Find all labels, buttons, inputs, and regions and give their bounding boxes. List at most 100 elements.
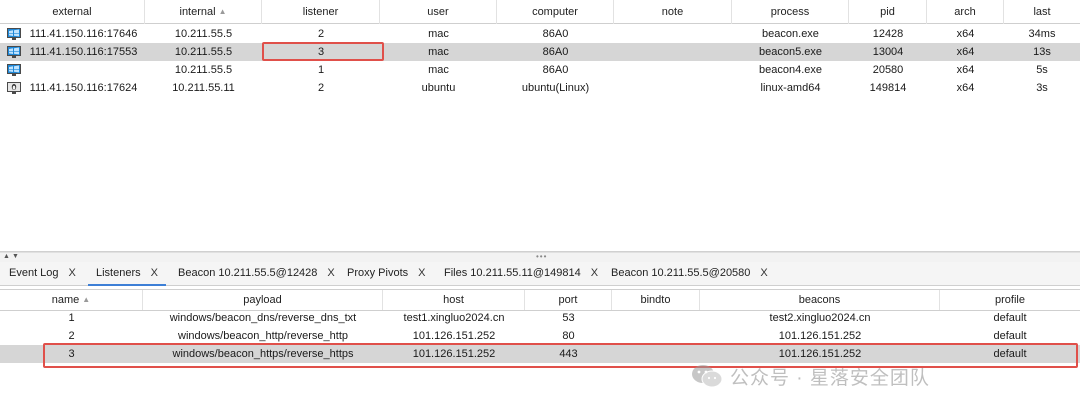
col-pid[interactable]: pid (849, 0, 927, 24)
beacon-row[interactable]: 111.41.150.116:17646 10.211.55.5 2 mac 8… (0, 25, 1080, 43)
tab-close-button[interactable]: X (69, 267, 76, 279)
col-arch[interactable]: arch (927, 0, 1004, 24)
tab-label: Listeners (96, 267, 141, 279)
col-last[interactable]: last (1004, 0, 1080, 24)
col-beacons-label: beacons (798, 294, 841, 306)
beacon-row[interactable]: 10.211.55.5 1 mac 86A0 beacon4.exe 20580… (0, 61, 1080, 79)
cell-user: ubuntu (421, 82, 456, 94)
cell-note (614, 25, 732, 43)
tab-files-149814[interactable]: Files 10.211.55.11@149814 X (444, 262, 598, 286)
tab-beacon-20580[interactable]: Beacon 10.211.55.5@20580 X (611, 262, 768, 286)
pane-splitter[interactable]: ▲ ▼ ••• (0, 252, 1080, 262)
cell-last: 13s (1033, 46, 1051, 58)
tab-label: Files 10.211.55.11@149814 (444, 267, 581, 279)
listener-row[interactable]: 1 windows/beacon_dns/reverse_dns_txt tes… (0, 309, 1080, 327)
cell-pid: 20580 (872, 64, 904, 76)
col-host-label: host (443, 294, 464, 306)
cell-last: 3s (1036, 82, 1048, 94)
cell-computer: 86A0 (542, 64, 569, 76)
linux-monitor-icon (7, 82, 21, 94)
cell-note (614, 79, 732, 97)
cell-profile: default (993, 312, 1027, 324)
cell-arch: x64 (956, 28, 975, 40)
col-arch-label: arch (954, 6, 976, 18)
col-payload[interactable]: payload (143, 290, 383, 310)
tab-listeners[interactable]: Listeners X (88, 262, 166, 286)
beacon-row[interactable]: 111.41.150.116:17624 10.211.55.11 2 ubun… (0, 79, 1080, 97)
col-beacons[interactable]: beacons (700, 290, 940, 310)
cell-listener: 2 (317, 28, 325, 40)
col-port[interactable]: port (525, 290, 612, 310)
beacon-table: external internal ▲ listener user compute… (0, 0, 1080, 252)
beacon-row-selected[interactable]: 111.41.150.116:17553 10.211.55.5 3 mac 8… (0, 43, 1080, 61)
tab-close-button[interactable]: X (418, 267, 425, 279)
cell-arch: x64 (956, 82, 975, 94)
cell-computer: 86A0 (542, 28, 569, 40)
tab-close-button[interactable]: X (591, 267, 598, 279)
cell-note (614, 43, 732, 61)
col-profile-label: profile (995, 294, 1025, 306)
col-host[interactable]: host (383, 290, 525, 310)
col-process-label: process (770, 6, 810, 18)
cell-last: 34ms (1028, 28, 1056, 40)
cell-listener: 2 (317, 82, 325, 94)
tab-event-log[interactable]: Event Log X (9, 262, 76, 286)
cell-pid: 149814 (869, 82, 907, 94)
col-note-label: note (661, 6, 684, 18)
highlight-box-listener (262, 42, 384, 61)
col-last-label: last (1033, 6, 1051, 18)
col-bindto[interactable]: bindto (612, 290, 700, 310)
collapse-up-icon[interactable]: ▲ (3, 253, 10, 261)
cell-process: beacon5.exe (759, 46, 822, 58)
col-note[interactable]: note (614, 0, 732, 24)
cell-external: 111.41.150.116:17553 (29, 46, 138, 58)
collapse-down-icon[interactable]: ▼ (12, 253, 19, 261)
watermark: 公众号 · 星落安全团队 (690, 362, 930, 390)
sort-ascending-icon: ▲ (82, 295, 91, 304)
cell-process: beacon4.exe (759, 64, 822, 76)
windows-monitor-icon (7, 46, 21, 58)
cell-bindto (612, 309, 700, 327)
col-process[interactable]: process (732, 0, 849, 24)
cell-external: 111.41.150.116:17624 (29, 82, 138, 94)
cell-internal: 10.211.55.5 (174, 64, 233, 76)
tab-close-button[interactable]: X (151, 267, 158, 279)
cell-process: linux-amd64 (760, 82, 821, 94)
col-computer[interactable]: computer (497, 0, 614, 24)
tab-proxy-pivots[interactable]: Proxy Pivots X (347, 262, 425, 286)
tab-bar: Event Log X Listeners X Beacon 10.211.55.5… (0, 262, 1080, 286)
col-name[interactable]: name ▲ (0, 290, 143, 310)
col-user-label: user (427, 6, 449, 18)
col-listener[interactable]: listener (262, 0, 380, 24)
listeners-table-header: name ▲ payload host port bindto beacons p… (0, 289, 1080, 311)
col-listener-label: listener (302, 6, 339, 18)
col-external[interactable]: external (0, 0, 145, 24)
cell-external (22, 61, 145, 79)
cell-arch: x64 (956, 64, 975, 76)
col-user[interactable]: user (380, 0, 497, 24)
sort-ascending-icon: ▲ (218, 7, 227, 16)
col-internal[interactable]: internal ▲ (145, 0, 262, 24)
tab-close-button[interactable]: X (327, 267, 334, 279)
tab-label: Beacon 10.211.55.5@20580 (611, 267, 751, 279)
cell-host: test1.xingluo2024.cn (403, 312, 505, 324)
tab-beacon-12428[interactable]: Beacon 10.211.55.5@12428 X (178, 262, 335, 286)
cell-internal: 10.211.55.11 (172, 82, 235, 94)
cell-listener: 1 (317, 64, 325, 76)
cell-user: mac (428, 46, 449, 58)
cell-internal: 10.211.55.5 (174, 28, 233, 40)
cell-pid: 13004 (872, 46, 904, 58)
wechat-logo-icon (692, 365, 723, 388)
col-name-label: name (51, 294, 80, 306)
windows-monitor-icon (7, 28, 21, 40)
cell-name: 1 (68, 312, 75, 324)
splitter-grip-icon[interactable]: ••• (536, 253, 547, 261)
col-profile[interactable]: profile (940, 290, 1080, 310)
cell-last: 5s (1036, 64, 1048, 76)
cell-port: 53 (562, 312, 575, 324)
cell-user: mac (428, 64, 449, 76)
tab-close-button[interactable]: X (760, 267, 767, 279)
cell-payload: windows/beacon_dns/reverse_dns_txt (169, 312, 357, 324)
col-bindto-label: bindto (640, 294, 671, 306)
cell-note (614, 61, 732, 79)
